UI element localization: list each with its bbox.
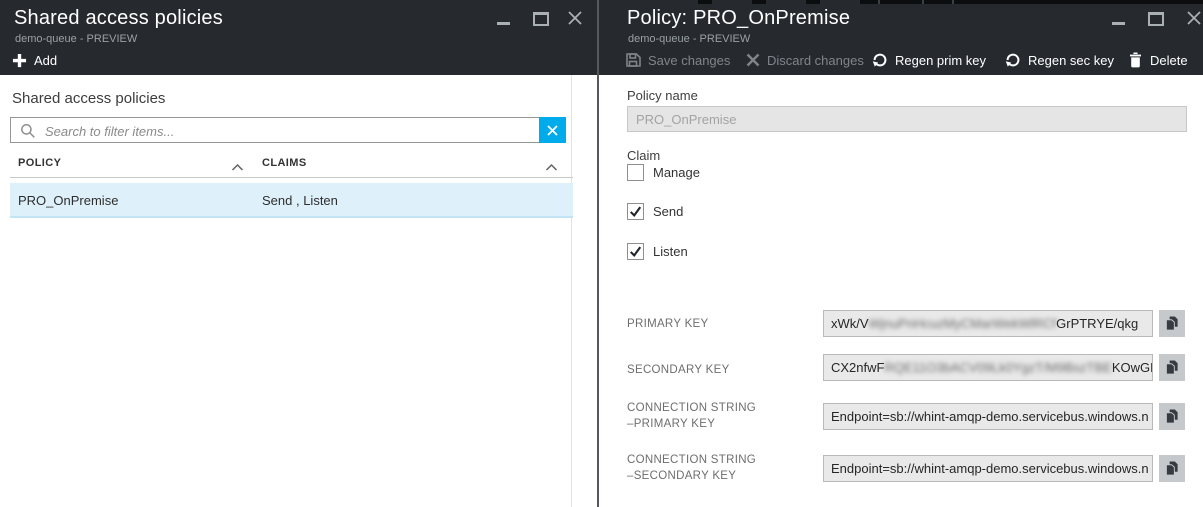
delete-label: Delete	[1150, 52, 1188, 68]
discard-icon	[746, 53, 760, 67]
send-checkbox[interactable]	[627, 203, 644, 220]
row-policy-cell: PRO_OnPremise	[18, 193, 119, 208]
secondary-key-value: CX2nfwFRQE11O3bACV09Lk0YgzT/M9BszTBEKOwG…	[823, 354, 1153, 381]
claim-label: Claim	[627, 148, 661, 163]
checkmark-icon	[629, 206, 642, 217]
maximize-icon[interactable]	[533, 12, 549, 26]
label-line2: –PRIMARY KEY	[627, 418, 716, 430]
regen-sec-key-label: Regen sec key	[1028, 52, 1114, 68]
column-header-policy[interactable]: POLICY	[18, 157, 61, 169]
primary-key-value: xWk/VWjnuPnHcuzMyCMarWekWlRCfGrPTRYE/qkg	[823, 310, 1153, 337]
azure-portal-blades: Shared access policies demo-queue - PREV…	[0, 0, 1203, 507]
search-box	[10, 117, 566, 144]
clear-search-button[interactable]	[539, 117, 566, 143]
close-icon[interactable]	[1186, 10, 1202, 26]
connection-string-secondary-value: Endpoint=sb://whint-amqp-demo.servicebus…	[823, 455, 1153, 482]
trash-icon	[1128, 52, 1143, 68]
label-line1: CONNECTION STRING	[627, 402, 757, 414]
connection-string-primary-value: Endpoint=sb://whint-amqp-demo.servicebus…	[823, 403, 1153, 430]
copy-connection-string-secondary-button[interactable]	[1159, 455, 1185, 482]
key-redacted-middle: WjnuPnHcuzMyCMarWekWlRCf	[868, 316, 1057, 331]
checkbox-row-listen[interactable]: Listen	[627, 243, 688, 260]
left-blade-title: Shared access policies	[14, 7, 223, 29]
save-icon	[625, 52, 641, 68]
primary-key-label: PRIMARY KEY	[627, 318, 709, 330]
right-blade-subtitle: demo-queue - PREVIEW	[628, 33, 751, 45]
regen-sec-key-button[interactable]: Regen sec key	[1005, 50, 1114, 70]
tab-strip-fragment	[806, 0, 820, 4]
key-visible-end: GrPTRYE/qkg	[1056, 316, 1139, 331]
tab-strip-fragment	[752, 0, 766, 4]
copy-icon	[1165, 360, 1178, 375]
label-line2: –SECONDARY KEY	[627, 470, 737, 482]
save-changes-button[interactable]: Save changes	[625, 50, 730, 70]
copy-icon	[1165, 409, 1178, 424]
send-checkbox-label: Send	[653, 204, 684, 219]
add-button[interactable]: Add	[12, 50, 57, 70]
checkmark-icon	[629, 246, 642, 257]
sort-ascending-icon[interactable]	[545, 159, 558, 177]
regen-prim-key-button[interactable]: Regen prim key	[872, 50, 986, 70]
checkbox-row-manage[interactable]: Manage	[627, 164, 700, 181]
delete-button[interactable]: Delete	[1128, 50, 1188, 70]
tab-strip-fragment	[698, 0, 712, 4]
copy-icon	[1165, 461, 1178, 476]
clear-search-icon	[547, 124, 558, 136]
maximize-icon[interactable]	[1148, 12, 1164, 26]
secondary-key-label: SECONDARY KEY	[627, 364, 730, 376]
policy-name-label: Policy name	[627, 88, 698, 103]
add-button-label: Add	[34, 52, 58, 68]
tab-strip-fragment	[860, 0, 1203, 4]
regen-prim-key-label: Regen prim key	[895, 52, 987, 68]
key-visible-end: KOwGKqr	[1111, 360, 1152, 375]
key-visible-start: xWk/V	[831, 316, 869, 331]
table-header-divider	[10, 177, 573, 178]
connection-string-secondary-label: CONNECTION STRING –SECONDARY KEY	[627, 452, 756, 484]
blade-separator	[597, 0, 599, 507]
refresh-icon	[1005, 52, 1021, 68]
add-icon	[12, 53, 27, 68]
search-input[interactable]	[43, 118, 532, 144]
right-blade-title: Policy: PRO_OnPremise	[627, 7, 851, 29]
listen-checkbox[interactable]	[627, 243, 644, 260]
copy-connection-string-primary-button[interactable]	[1159, 403, 1185, 430]
minimize-icon[interactable]	[1112, 22, 1125, 25]
policy-name-input[interactable]	[627, 106, 1187, 132]
table-row-pro-onpremise[interactable]: PRO_OnPremise Send , Listen	[10, 183, 573, 218]
copy-secondary-key-button[interactable]	[1159, 354, 1185, 381]
copy-primary-key-button[interactable]	[1159, 310, 1185, 337]
copy-icon	[1165, 316, 1178, 331]
left-blade-right-edge	[571, 75, 572, 507]
column-header-claims[interactable]: CLAIMS	[262, 157, 307, 169]
listen-checkbox-label: Listen	[653, 244, 688, 259]
manage-checkbox[interactable]	[627, 164, 644, 181]
left-blade-subtitle: demo-queue - PREVIEW	[15, 33, 138, 45]
manage-checkbox-label: Manage	[653, 165, 700, 180]
key-visible-start: CX2nfwF	[831, 360, 885, 375]
key-redacted-middle: RQE11O3bACV09Lk0YgzT/M9BszTBE	[884, 360, 1112, 375]
search-icon	[20, 123, 36, 139]
section-label: Shared access policies	[12, 90, 166, 107]
label-line1: CONNECTION STRING	[627, 454, 757, 466]
close-icon[interactable]	[567, 10, 583, 26]
discard-changes-button[interactable]: Discard changes	[746, 50, 864, 70]
discard-changes-label: Discard changes	[767, 52, 864, 68]
save-changes-label: Save changes	[648, 52, 731, 68]
minimize-icon[interactable]	[497, 22, 510, 25]
refresh-icon	[872, 52, 888, 68]
connection-string-primary-label: CONNECTION STRING –PRIMARY KEY	[627, 400, 756, 432]
checkbox-row-send[interactable]: Send	[627, 203, 683, 220]
sort-ascending-icon[interactable]	[231, 159, 244, 177]
row-claims-cell: Send , Listen	[262, 193, 338, 208]
